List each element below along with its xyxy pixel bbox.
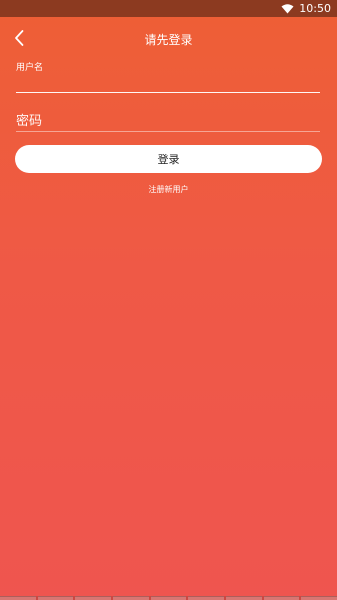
page-title: 请先登录 <box>144 33 193 47</box>
status-time: 10:50 <box>299 2 331 15</box>
status-bar: 10:50 <box>0 0 337 17</box>
login-button[interactable]: 登录 <box>15 145 322 173</box>
wifi-icon <box>281 3 294 14</box>
app-bar: 请先登录 <box>0 17 337 59</box>
register-link[interactable]: 注册新用户 <box>0 184 337 195</box>
username-input[interactable] <box>16 72 320 93</box>
bottom-strip <box>0 596 337 600</box>
password-input[interactable] <box>16 112 320 132</box>
status-right: 10:50 <box>281 1 331 16</box>
